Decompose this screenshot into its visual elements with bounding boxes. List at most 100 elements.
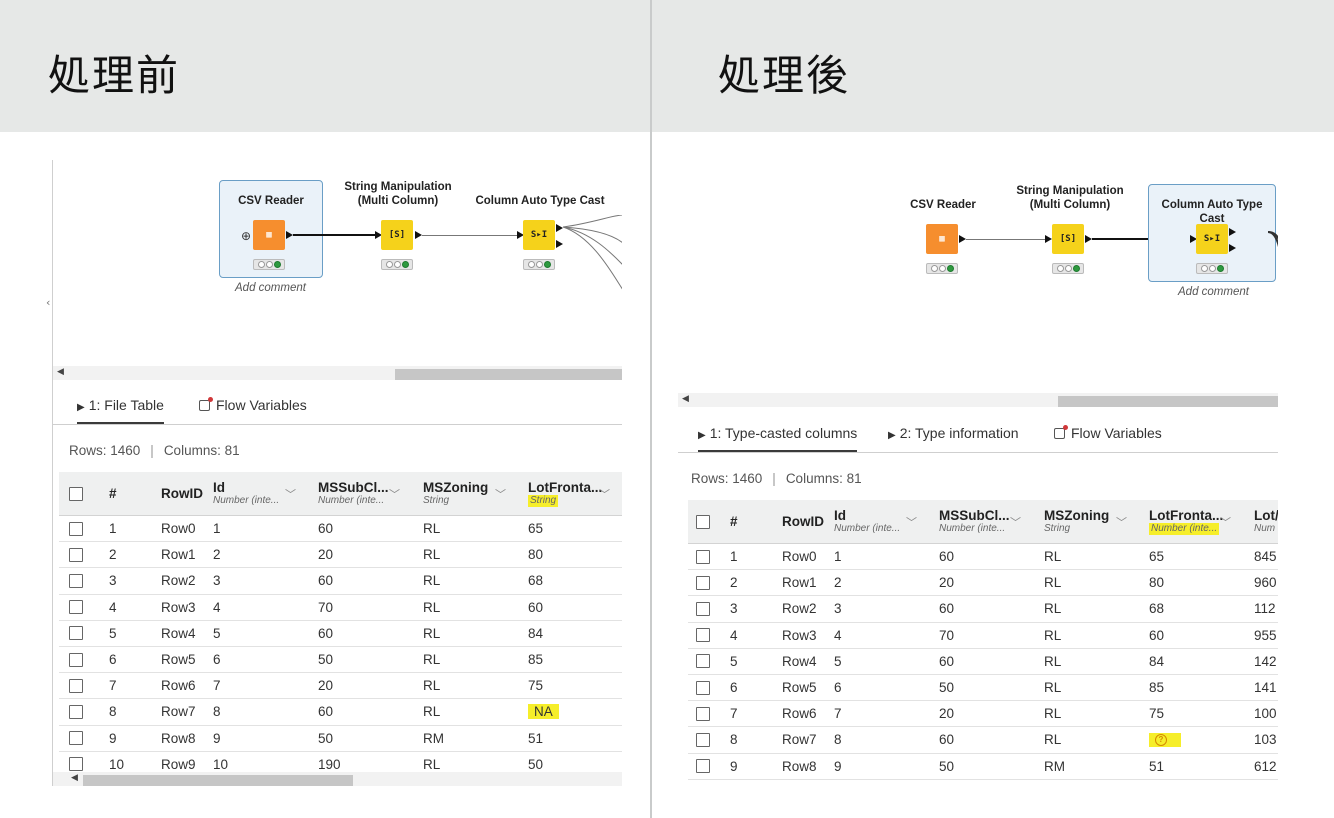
auto-cast-output-port-2[interactable] xyxy=(1229,244,1236,252)
column-header-mszoning[interactable]: MSZoning String xyxy=(1044,500,1109,543)
canvas-horizontal-scrollbar[interactable]: ◀ xyxy=(678,393,1278,407)
table-cell: 1 xyxy=(213,521,221,537)
tab-flow-variables[interactable]: Flow Variables xyxy=(1054,425,1162,441)
scroll-left-icon[interactable]: ◀ xyxy=(71,773,78,783)
workflow-canvas[interactable]: CSV Reader ▦ String Manipulation (Multi … xyxy=(678,160,1278,390)
auto-cast-node[interactable]: S▸I xyxy=(1196,224,1228,254)
table-row[interactable]: 3 Row2 3 60 RL 68 xyxy=(59,568,622,595)
scrollbar-thumb[interactable] xyxy=(83,775,353,786)
table-cell: 103 xyxy=(1254,732,1277,748)
table-row[interactable]: 9 Row8 9 50 RM 51 612 xyxy=(688,753,1278,780)
scrollbar-thumb[interactable] xyxy=(1058,396,1278,407)
column-header-mssubclass[interactable]: MSSubCl... Number (inte... xyxy=(318,472,389,515)
chevron-down-icon[interactable]: ﹀ xyxy=(1220,514,1231,530)
scroll-left-icon[interactable]: ◀ xyxy=(57,367,64,377)
add-port-icon[interactable]: ⊕ xyxy=(241,229,251,243)
auto-cast-output-port-2[interactable] xyxy=(556,240,563,248)
row-checkbox[interactable] xyxy=(696,549,710,564)
string-manip-output-port[interactable] xyxy=(415,231,422,239)
chevron-down-icon[interactable]: ﹀ xyxy=(1010,514,1021,530)
row-checkbox[interactable] xyxy=(69,757,83,772)
row-checkbox[interactable] xyxy=(696,759,710,774)
table-cell: Row7 xyxy=(161,704,196,720)
scroll-left-icon[interactable]: ◀ xyxy=(682,394,689,404)
select-all-checkbox[interactable] xyxy=(696,514,710,529)
row-checkbox[interactable] xyxy=(696,575,710,590)
table-row[interactable]: 1 Row0 1 60 RL 65 xyxy=(59,516,622,543)
auto-cast-output-port-1[interactable] xyxy=(556,224,563,232)
row-checkbox[interactable] xyxy=(696,628,710,643)
row-checkbox[interactable] xyxy=(69,547,83,562)
table-row[interactable]: 7 Row6 7 20 RL 75 xyxy=(59,673,622,700)
table-row[interactable]: 5 Row4 5 60 RL 84 xyxy=(59,620,622,647)
canvas-horizontal-scrollbar[interactable]: ◀ xyxy=(53,366,622,380)
chevron-down-icon[interactable]: ﹀ xyxy=(1116,514,1127,530)
table-row[interactable]: 8 Row7 8 60 RL? 103 xyxy=(688,727,1278,754)
csv-reader-output-port[interactable] xyxy=(959,235,966,243)
chevron-down-icon[interactable]: ﹀ xyxy=(389,486,400,502)
row-checkbox[interactable] xyxy=(696,680,710,695)
table-row[interactable]: 6 Row5 6 50 RL 85 xyxy=(59,646,622,674)
row-checkbox[interactable] xyxy=(696,654,710,669)
column-header-lotfrontage[interactable]: LotFronta... String xyxy=(528,472,602,515)
column-header-mssubclass[interactable]: MSSubCl... Number (inte... xyxy=(939,500,1010,543)
tab-type-information[interactable]: ▶ 2: Type information xyxy=(888,425,1019,441)
tab-flow-variables[interactable]: Flow Variables xyxy=(199,397,307,413)
select-all-checkbox[interactable] xyxy=(69,486,83,501)
rowid-header[interactable]: RowID xyxy=(782,514,824,529)
tab-file-table[interactable]: ▶ 1: File Table xyxy=(77,397,164,424)
table-row[interactable]: 2 Row1 2 20 RL 80 960 xyxy=(688,570,1278,597)
auto-cast-node[interactable]: S▸I xyxy=(523,220,555,250)
collapse-left-icon[interactable]: ‹ xyxy=(46,296,50,309)
table-row[interactable]: 4 Row3 4 70 RL 60 955 xyxy=(688,622,1278,649)
table-row[interactable]: 5 Row4 5 60 RL 84 142 xyxy=(688,648,1278,675)
string-manip-input-port[interactable] xyxy=(1045,235,1052,243)
row-checkbox[interactable] xyxy=(696,706,710,721)
csv-reader-node[interactable]: ▦ xyxy=(253,220,285,250)
column-header-lotarea[interactable]: Lot/Num xyxy=(1254,500,1278,543)
auto-cast-output-port-1[interactable] xyxy=(1229,228,1236,236)
chevron-down-icon[interactable]: ﹀ xyxy=(599,486,610,502)
table-row[interactable]: 7 Row6 7 20 RL 75 100 xyxy=(688,701,1278,728)
tab-type-casted-columns[interactable]: ▶ 1: Type-casted columns xyxy=(698,425,858,452)
string-manip-node[interactable]: [S] xyxy=(381,220,413,250)
csv-reader-node[interactable]: ▦ xyxy=(926,224,958,254)
table-cell: 50 xyxy=(939,758,955,774)
row-checkbox[interactable] xyxy=(69,600,83,615)
add-comment-label[interactable]: Add comment xyxy=(235,282,306,294)
table-row[interactable]: 4 Row3 4 70 RL 60 xyxy=(59,594,622,621)
table-row[interactable]: 1 Row0 1 60 RL 65 845 xyxy=(688,544,1278,571)
column-header-id[interactable]: Id Number (inte... xyxy=(834,500,900,543)
row-checkbox[interactable] xyxy=(69,731,83,746)
chevron-down-icon[interactable]: ﹀ xyxy=(906,514,917,530)
row-checkbox[interactable] xyxy=(69,626,83,641)
string-manip-output-port[interactable] xyxy=(1085,235,1092,243)
csv-reader-output-port[interactable] xyxy=(286,231,293,239)
table-cell: 112 xyxy=(1254,601,1276,617)
row-checkbox[interactable] xyxy=(69,521,83,536)
table-horizontal-scrollbar[interactable]: ◀ xyxy=(53,772,622,786)
column-header-mszoning[interactable]: MSZoning String xyxy=(423,472,488,515)
table-row[interactable]: 8 Row7 8 60 RL NA xyxy=(59,699,622,726)
table-row[interactable]: 6 Row5 6 50 RL 85 141 xyxy=(688,674,1278,702)
row-checkbox[interactable] xyxy=(69,573,83,588)
workflow-canvas[interactable]: CSV Reader ⊕ ▦ Add comment String Manipu… xyxy=(53,160,622,360)
row-checkbox[interactable] xyxy=(696,601,710,616)
table-cell: RL xyxy=(423,704,441,720)
table-row[interactable]: 2 Row1 2 20 RL 80 xyxy=(59,542,622,569)
rowid-header[interactable]: RowID xyxy=(161,486,203,501)
scrollbar-thumb[interactable] xyxy=(395,369,622,380)
chevron-down-icon[interactable]: ﹀ xyxy=(495,486,506,502)
table-row[interactable]: 3 Row2 3 60 RL 68 112 xyxy=(688,596,1278,623)
column-header-lotfrontage[interactable]: LotFronta... Number (inte... xyxy=(1149,500,1223,543)
table-row[interactable]: 9 Row8 9 50 RM 51 xyxy=(59,725,622,752)
row-checkbox[interactable] xyxy=(69,678,83,693)
column-header-id[interactable]: Id Number (inte... xyxy=(213,472,279,515)
row-checkbox[interactable] xyxy=(69,704,83,719)
chevron-down-icon[interactable]: ﹀ xyxy=(285,486,296,502)
add-comment-label[interactable]: Add comment xyxy=(1178,286,1249,298)
string-manip-node[interactable]: [S] xyxy=(1052,224,1084,254)
row-checkbox[interactable] xyxy=(69,652,83,667)
row-checkbox[interactable] xyxy=(696,732,710,747)
before-panel: 処理前 CSV Reader ⊕ ▦ Add comment String Ma… xyxy=(0,0,650,818)
